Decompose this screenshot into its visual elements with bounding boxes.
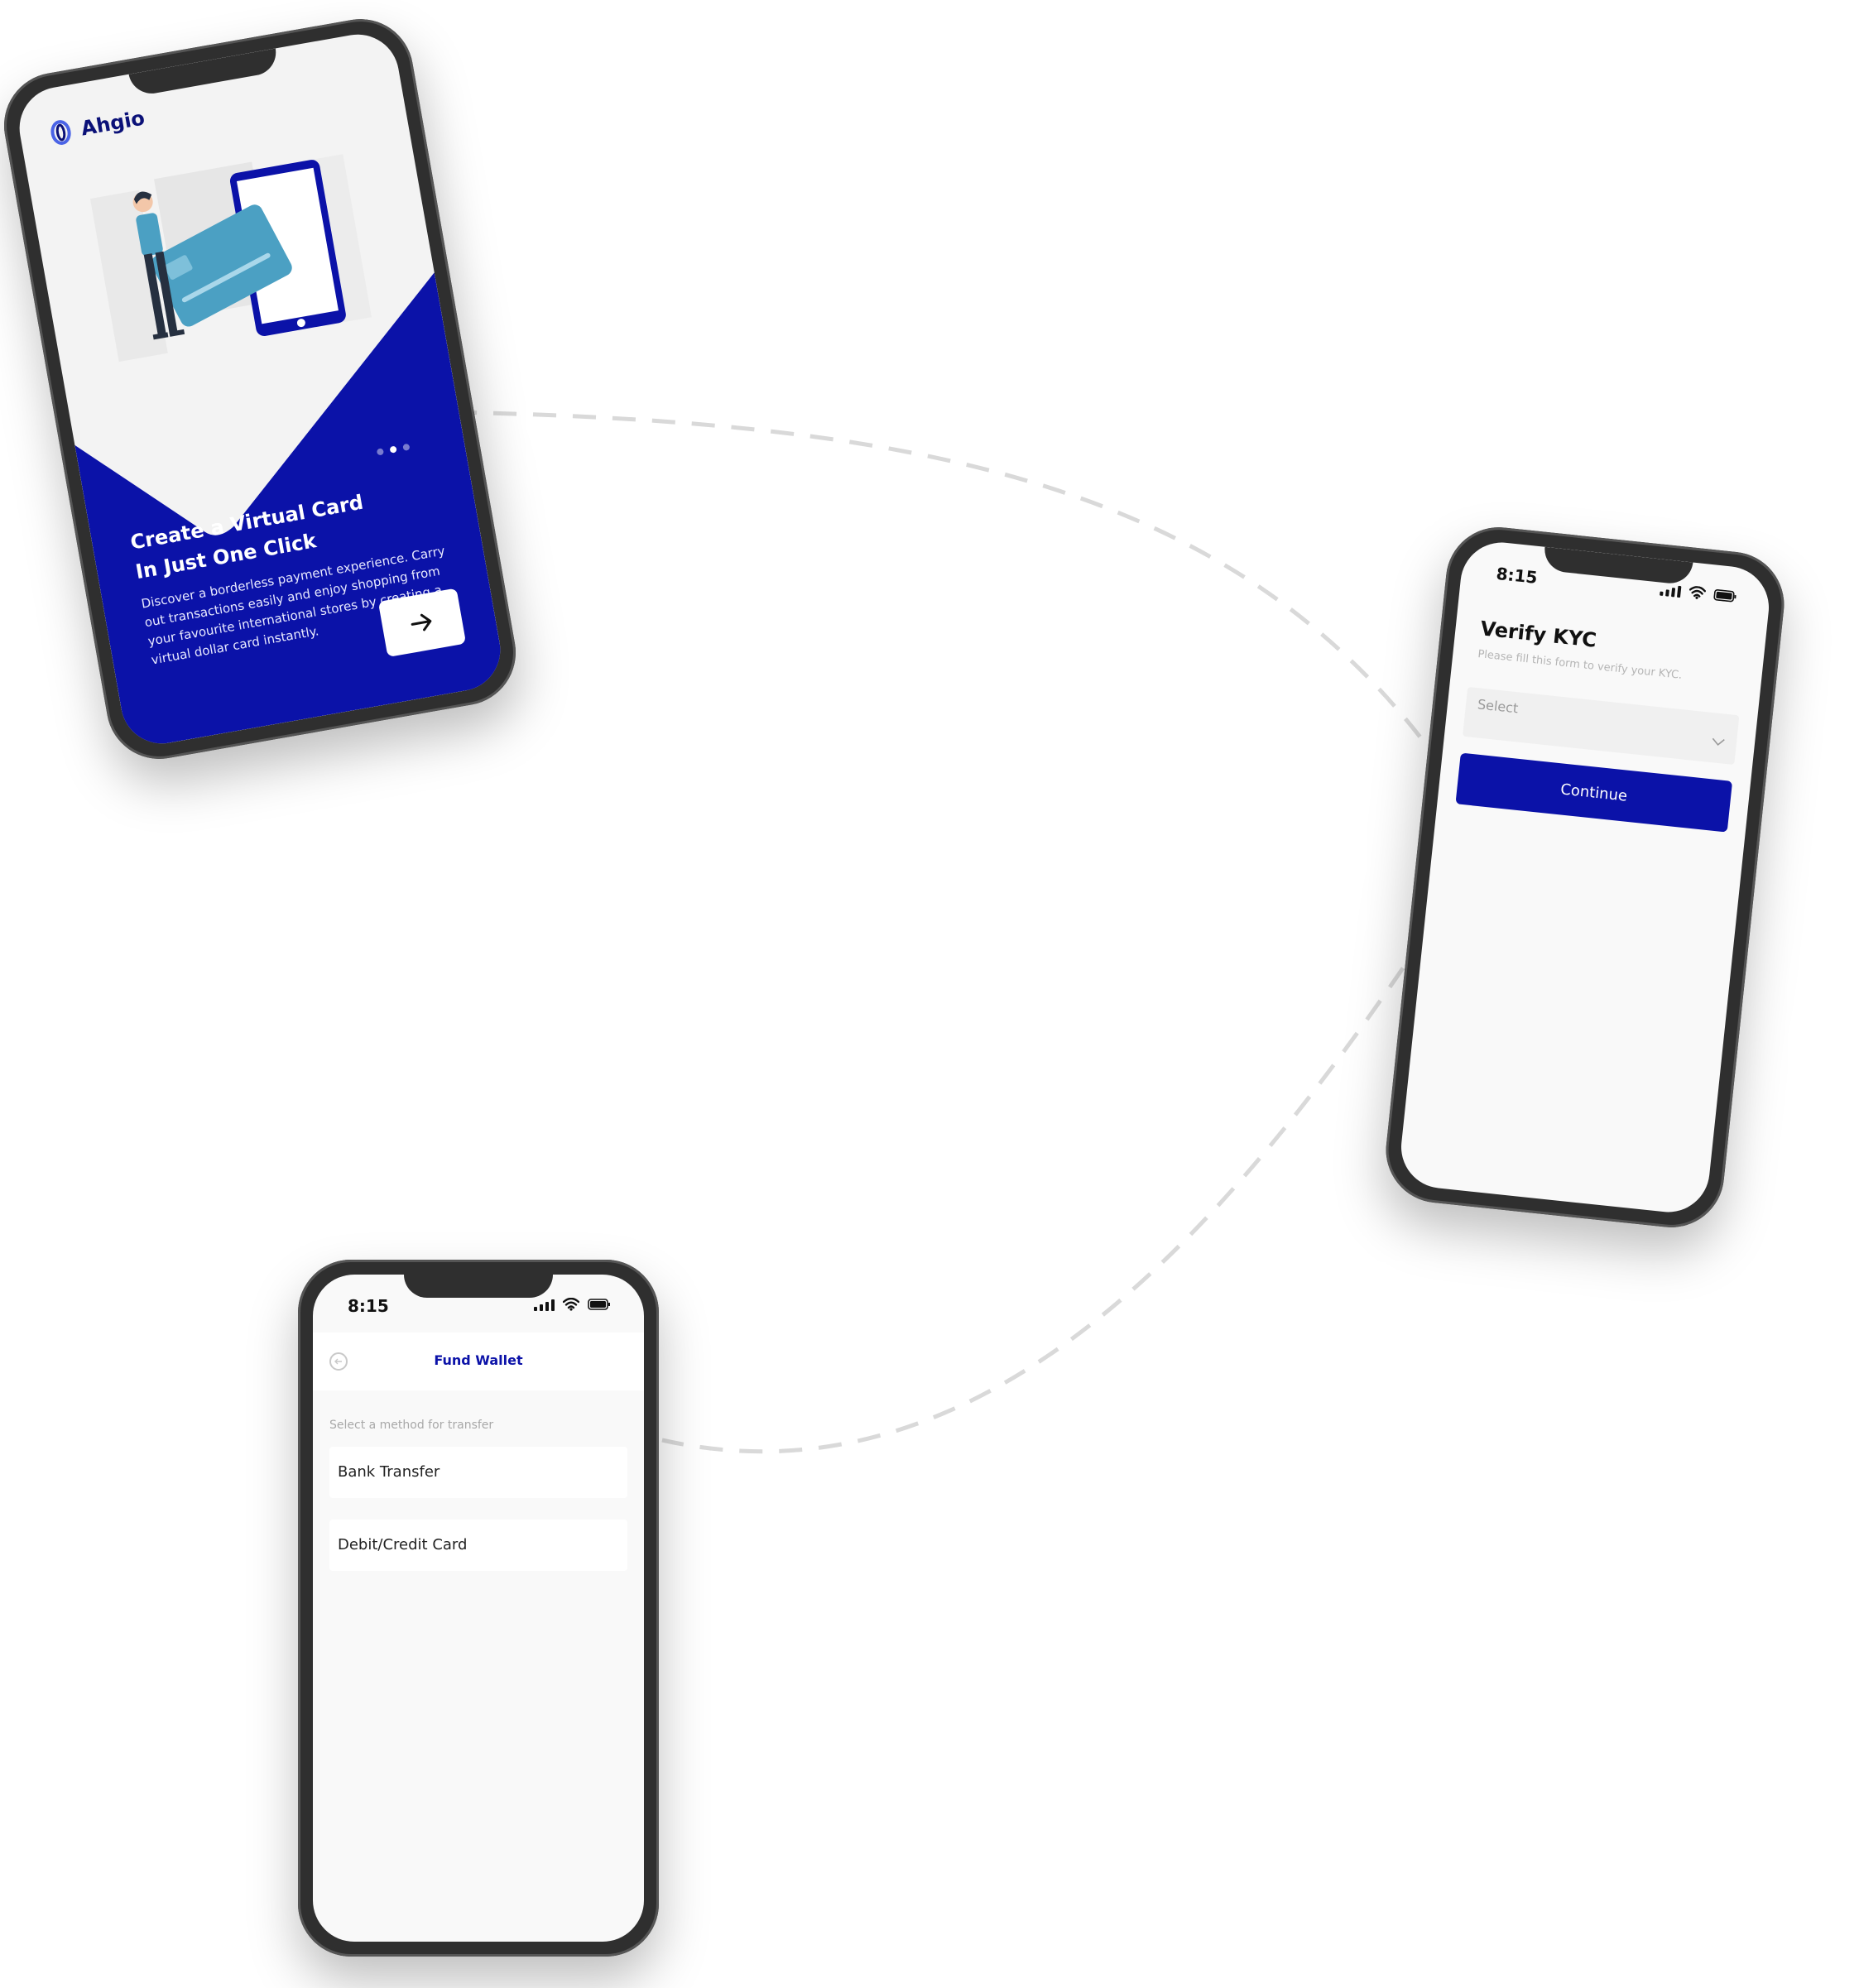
carousel-dot[interactable] <box>376 448 385 456</box>
status-icons <box>534 1298 611 1311</box>
battery-icon <box>588 1299 610 1310</box>
status-time: 8:15 <box>1495 563 1539 588</box>
arrow-right-icon <box>411 613 432 631</box>
method-hint: Select a method for transfer <box>329 1419 494 1432</box>
signal-icon <box>534 1298 555 1311</box>
continue-button[interactable]: Continue <box>1455 752 1733 833</box>
option-debit-credit-card[interactable]: Debit/Credit Card <box>329 1520 627 1571</box>
wifi-icon <box>563 1298 579 1311</box>
option-label: Bank Transfer <box>338 1463 440 1481</box>
connector-onboarding-to-kyc <box>453 410 1447 771</box>
connector-kyc-to-fund <box>661 934 1428 1454</box>
chevron-down-icon <box>1712 737 1725 747</box>
select-placeholder: Select <box>1477 696 1520 717</box>
battery-icon <box>1713 589 1737 603</box>
page-title: Fund Wallet <box>434 1352 523 1368</box>
signal-icon <box>1660 583 1682 598</box>
kyc-type-select[interactable]: Select <box>1463 686 1740 766</box>
app-header: Fund Wallet <box>313 1333 644 1390</box>
status-icons <box>1660 583 1737 604</box>
option-bank-transfer[interactable]: Bank Transfer <box>329 1447 627 1498</box>
status-time: 8:15 <box>348 1296 389 1316</box>
page-subtitle: Please fill this form to verify your KYC… <box>1477 648 1683 682</box>
phone-fund-wallet: 8:15 Fund Wallet Select a method for tra… <box>298 1260 659 1957</box>
fund-wallet-screen: 8:15 Fund Wallet Select a method for tra… <box>313 1275 644 1942</box>
notch <box>404 1275 553 1298</box>
option-label: Debit/Credit Card <box>338 1536 468 1553</box>
ahgio-logo-icon <box>50 120 71 145</box>
status-bar: 8:15 <box>1459 539 1773 629</box>
carousel-dot[interactable] <box>402 443 411 451</box>
phone-kyc: 8:15 Verify KYC Please fill this form to… <box>1381 521 1789 1233</box>
kyc-screen: 8:15 Verify KYC Please fill this form to… <box>1397 538 1773 1217</box>
wifi-icon <box>1688 586 1707 599</box>
carousel-dot-active[interactable] <box>389 445 397 454</box>
page-title: Verify KYC <box>1479 617 1598 652</box>
